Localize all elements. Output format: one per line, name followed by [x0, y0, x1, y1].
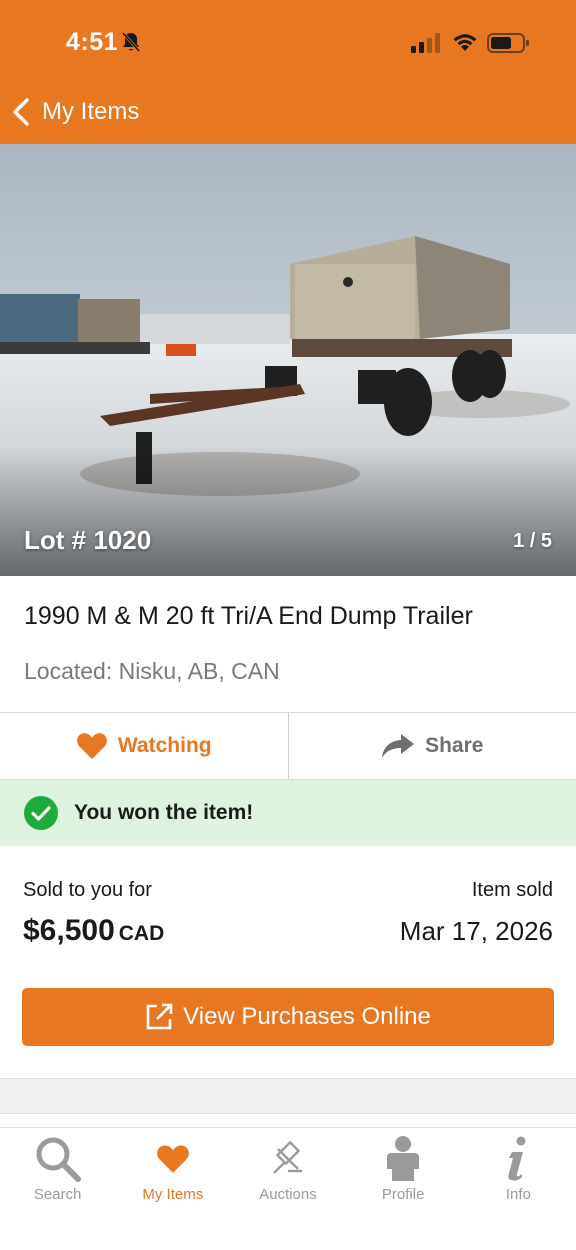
item-sold-label: Item sold	[471, 879, 553, 901]
sold-for-label: Sold to you for	[23, 879, 152, 901]
chevron-left-icon	[13, 98, 29, 126]
tab-profile[interactable]: Profile	[346, 1128, 461, 1250]
tab-label: Info	[505, 1186, 531, 1203]
watching-label: Watching	[117, 734, 212, 757]
gavel-icon	[273, 1141, 302, 1174]
back-button[interactable]: My Items	[10, 92, 139, 132]
item-title: 1990 M & M 20 ft Tri/A End Dump Trailer	[24, 602, 473, 630]
share-button[interactable]: Share	[289, 713, 576, 779]
item-photo[interactable]	[0, 144, 576, 576]
bell-muted-icon	[120, 31, 142, 58]
sold-price: $6,500 CAD	[23, 914, 164, 948]
price-value: $6,500	[23, 914, 115, 947]
lot-number: Lot # 1020	[24, 525, 152, 555]
tab-my-items[interactable]: My Items	[115, 1128, 230, 1250]
action-row: Watching Share	[0, 713, 576, 779]
tab-label: Profile	[381, 1186, 425, 1203]
battery-icon	[487, 32, 531, 59]
heart-icon	[156, 1145, 189, 1173]
view-purchases-online-button[interactable]: View Purchases Online	[22, 988, 554, 1046]
item-sold-date: Mar 17, 2026	[399, 916, 553, 946]
check-circle-icon	[24, 796, 58, 830]
back-label: My Items	[42, 98, 140, 125]
won-banner: You won the item!	[0, 780, 576, 846]
heart-icon	[76, 733, 107, 759]
won-message: You won the item!	[74, 801, 254, 824]
watching-button[interactable]: Watching	[0, 713, 289, 779]
share-arrow-icon	[382, 734, 415, 758]
price-currency: CAD	[118, 922, 165, 945]
person-icon	[387, 1136, 420, 1181]
section-spacer	[0, 1078, 576, 1114]
external-link-icon	[146, 1003, 173, 1030]
item-location: Located: Nisku, AB, CAN	[24, 658, 280, 684]
status-time: 4:51	[66, 28, 119, 56]
share-label: Share	[425, 734, 484, 757]
tab-label: Auctions	[259, 1186, 317, 1203]
tab-auctions[interactable]: Auctions	[230, 1128, 345, 1250]
view-purchases-label: View Purchases Online	[183, 1003, 431, 1030]
wifi-icon	[452, 32, 478, 57]
info-icon	[508, 1136, 526, 1181]
search-icon	[36, 1137, 81, 1182]
tab-label: My Items	[142, 1186, 204, 1203]
tab-label: Search	[33, 1186, 82, 1203]
photo-counter: 1 / 5	[513, 530, 552, 552]
tab-bar: Search My Items Auctions Profile Info	[0, 1127, 576, 1250]
cellular-signal-icon	[411, 33, 443, 58]
tab-search[interactable]: Search	[0, 1128, 115, 1250]
app-header: 4:51 My Items	[0, 0, 576, 144]
tab-info[interactable]: Info	[461, 1128, 576, 1250]
